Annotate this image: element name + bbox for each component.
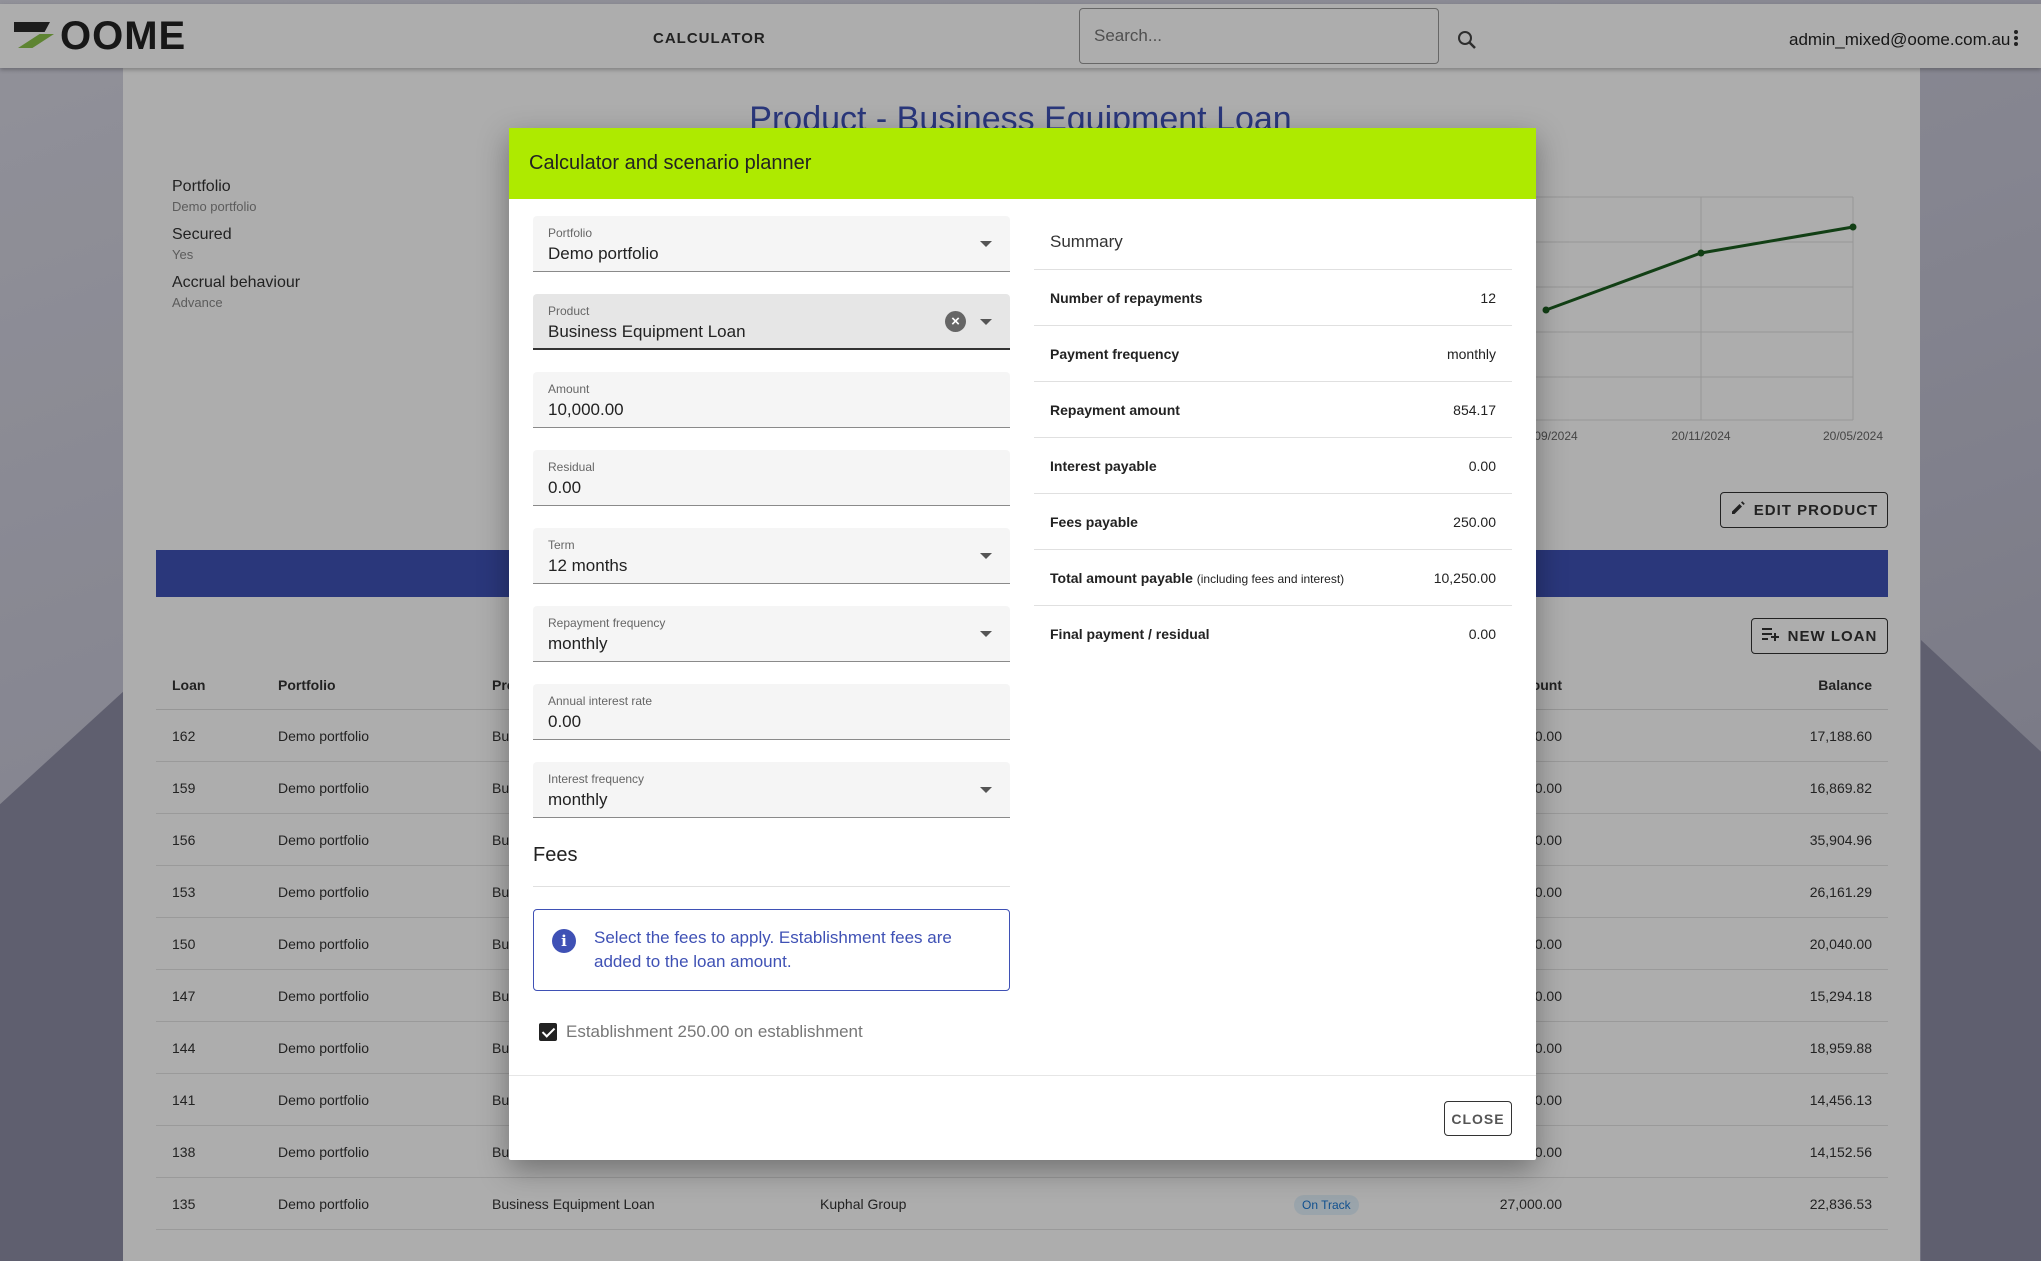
establishment-fee-option[interactable]: Establishment 250.00 on establishment (539, 1022, 863, 1042)
clear-icon[interactable]: × (945, 311, 966, 332)
summary-row-repayment-amount: Repayment amount 854.17 (1034, 382, 1512, 438)
summary-value: 12 (1480, 289, 1496, 306)
field-value: Demo portfolio (548, 244, 659, 263)
summary-row-total-amount-payable: Total amount payable (including fees and… (1034, 550, 1512, 606)
field-label: Annual interest rate (548, 694, 653, 708)
field-value: 0.00 (548, 478, 582, 497)
summary-value: 250.00 (1453, 513, 1496, 530)
annual-interest-rate-field[interactable]: Annual interest rate 0.00 (533, 684, 1010, 740)
summary-title: Summary (1034, 214, 1512, 270)
close-button[interactable]: CLOSE (1444, 1101, 1512, 1136)
repayment-frequency-select[interactable]: Repayment frequency monthly (533, 606, 1010, 662)
summary-label: Repayment amount (1050, 401, 1180, 418)
chevron-down-icon[interactable] (980, 553, 992, 559)
chevron-down-icon[interactable] (980, 787, 992, 793)
chevron-down-icon[interactable] (980, 319, 992, 325)
summary-label-text: Total amount payable (1050, 569, 1193, 586)
summary-label-note: (including fees and interest) (1196, 571, 1345, 586)
divider (509, 1075, 1536, 1076)
summary-row-fees-payable: Fees payable 250.00 (1034, 494, 1512, 550)
field-value: 0.00 (548, 712, 582, 731)
summary-panel: Summary Number of repayments 12 Payment … (1034, 214, 1512, 662)
summary-row-interest-payable: Interest payable 0.00 (1034, 438, 1512, 494)
field-label: Amount (548, 382, 590, 396)
field-label: Portfolio (548, 226, 593, 240)
field-value: 12 months (548, 556, 628, 575)
term-select[interactable]: Term 12 months (533, 528, 1010, 584)
fees-heading: Fees (533, 844, 578, 866)
chevron-down-icon[interactable] (980, 241, 992, 247)
info-icon: i (552, 929, 576, 953)
summary-label: Total amount payable (including fees and… (1050, 570, 1344, 586)
establishment-fee-label: Establishment 250.00 on establishment (566, 1022, 863, 1041)
dialog-header: Calculator and scenario planner (509, 128, 1536, 199)
divider (533, 886, 1010, 887)
field-value: 10,000.00 (548, 400, 624, 419)
summary-value: monthly (1446, 345, 1496, 362)
field-value: monthly (548, 790, 608, 809)
summary-value: 0.00 (1468, 626, 1496, 642)
amount-field[interactable]: Amount 10,000.00 (533, 372, 1010, 428)
summary-row-final-payment: Final payment / residual 0.00 (1034, 606, 1512, 662)
summary-value: 10,250.00 (1433, 569, 1496, 586)
summary-label: Interest payable (1050, 457, 1157, 474)
field-label: Product (548, 304, 590, 318)
calculator-dialog: Calculator and scenario planner Portfoli… (509, 128, 1536, 1160)
summary-value: 0.00 (1468, 457, 1496, 474)
field-label: Repayment frequency (548, 616, 666, 630)
field-value: Business Equipment Loan (548, 322, 746, 341)
fees-info-text: Select the fees to apply. Establishment … (594, 928, 952, 971)
summary-row-number-of-repayments: Number of repayments 12 (1034, 270, 1512, 326)
summary-label: Final payment / residual (1050, 626, 1210, 642)
product-autocomplete[interactable]: Product Business Equipment Loan × (533, 294, 1010, 350)
summary-value: 854.17 (1453, 401, 1496, 418)
field-label: Residual (548, 460, 595, 474)
summary-label: Fees payable (1050, 513, 1138, 530)
fees-info-alert: i Select the fees to apply. Establishmen… (533, 909, 1010, 991)
field-value: monthly (548, 634, 608, 653)
portfolio-select[interactable]: Portfolio Demo portfolio (533, 216, 1010, 272)
summary-row-payment-frequency: Payment frequency monthly (1034, 326, 1512, 382)
summary-label: Payment frequency (1050, 345, 1180, 362)
residual-field[interactable]: Residual 0.00 (533, 450, 1010, 506)
dialog-title: Calculator and scenario planner (529, 152, 812, 174)
interest-frequency-select[interactable]: Interest frequency monthly (533, 762, 1010, 818)
establishment-fee-checkbox[interactable] (539, 1023, 557, 1041)
field-label: Interest frequency (548, 772, 645, 786)
summary-label: Number of repayments (1050, 289, 1203, 306)
chevron-down-icon[interactable] (980, 631, 992, 637)
field-label: Term (548, 538, 575, 552)
